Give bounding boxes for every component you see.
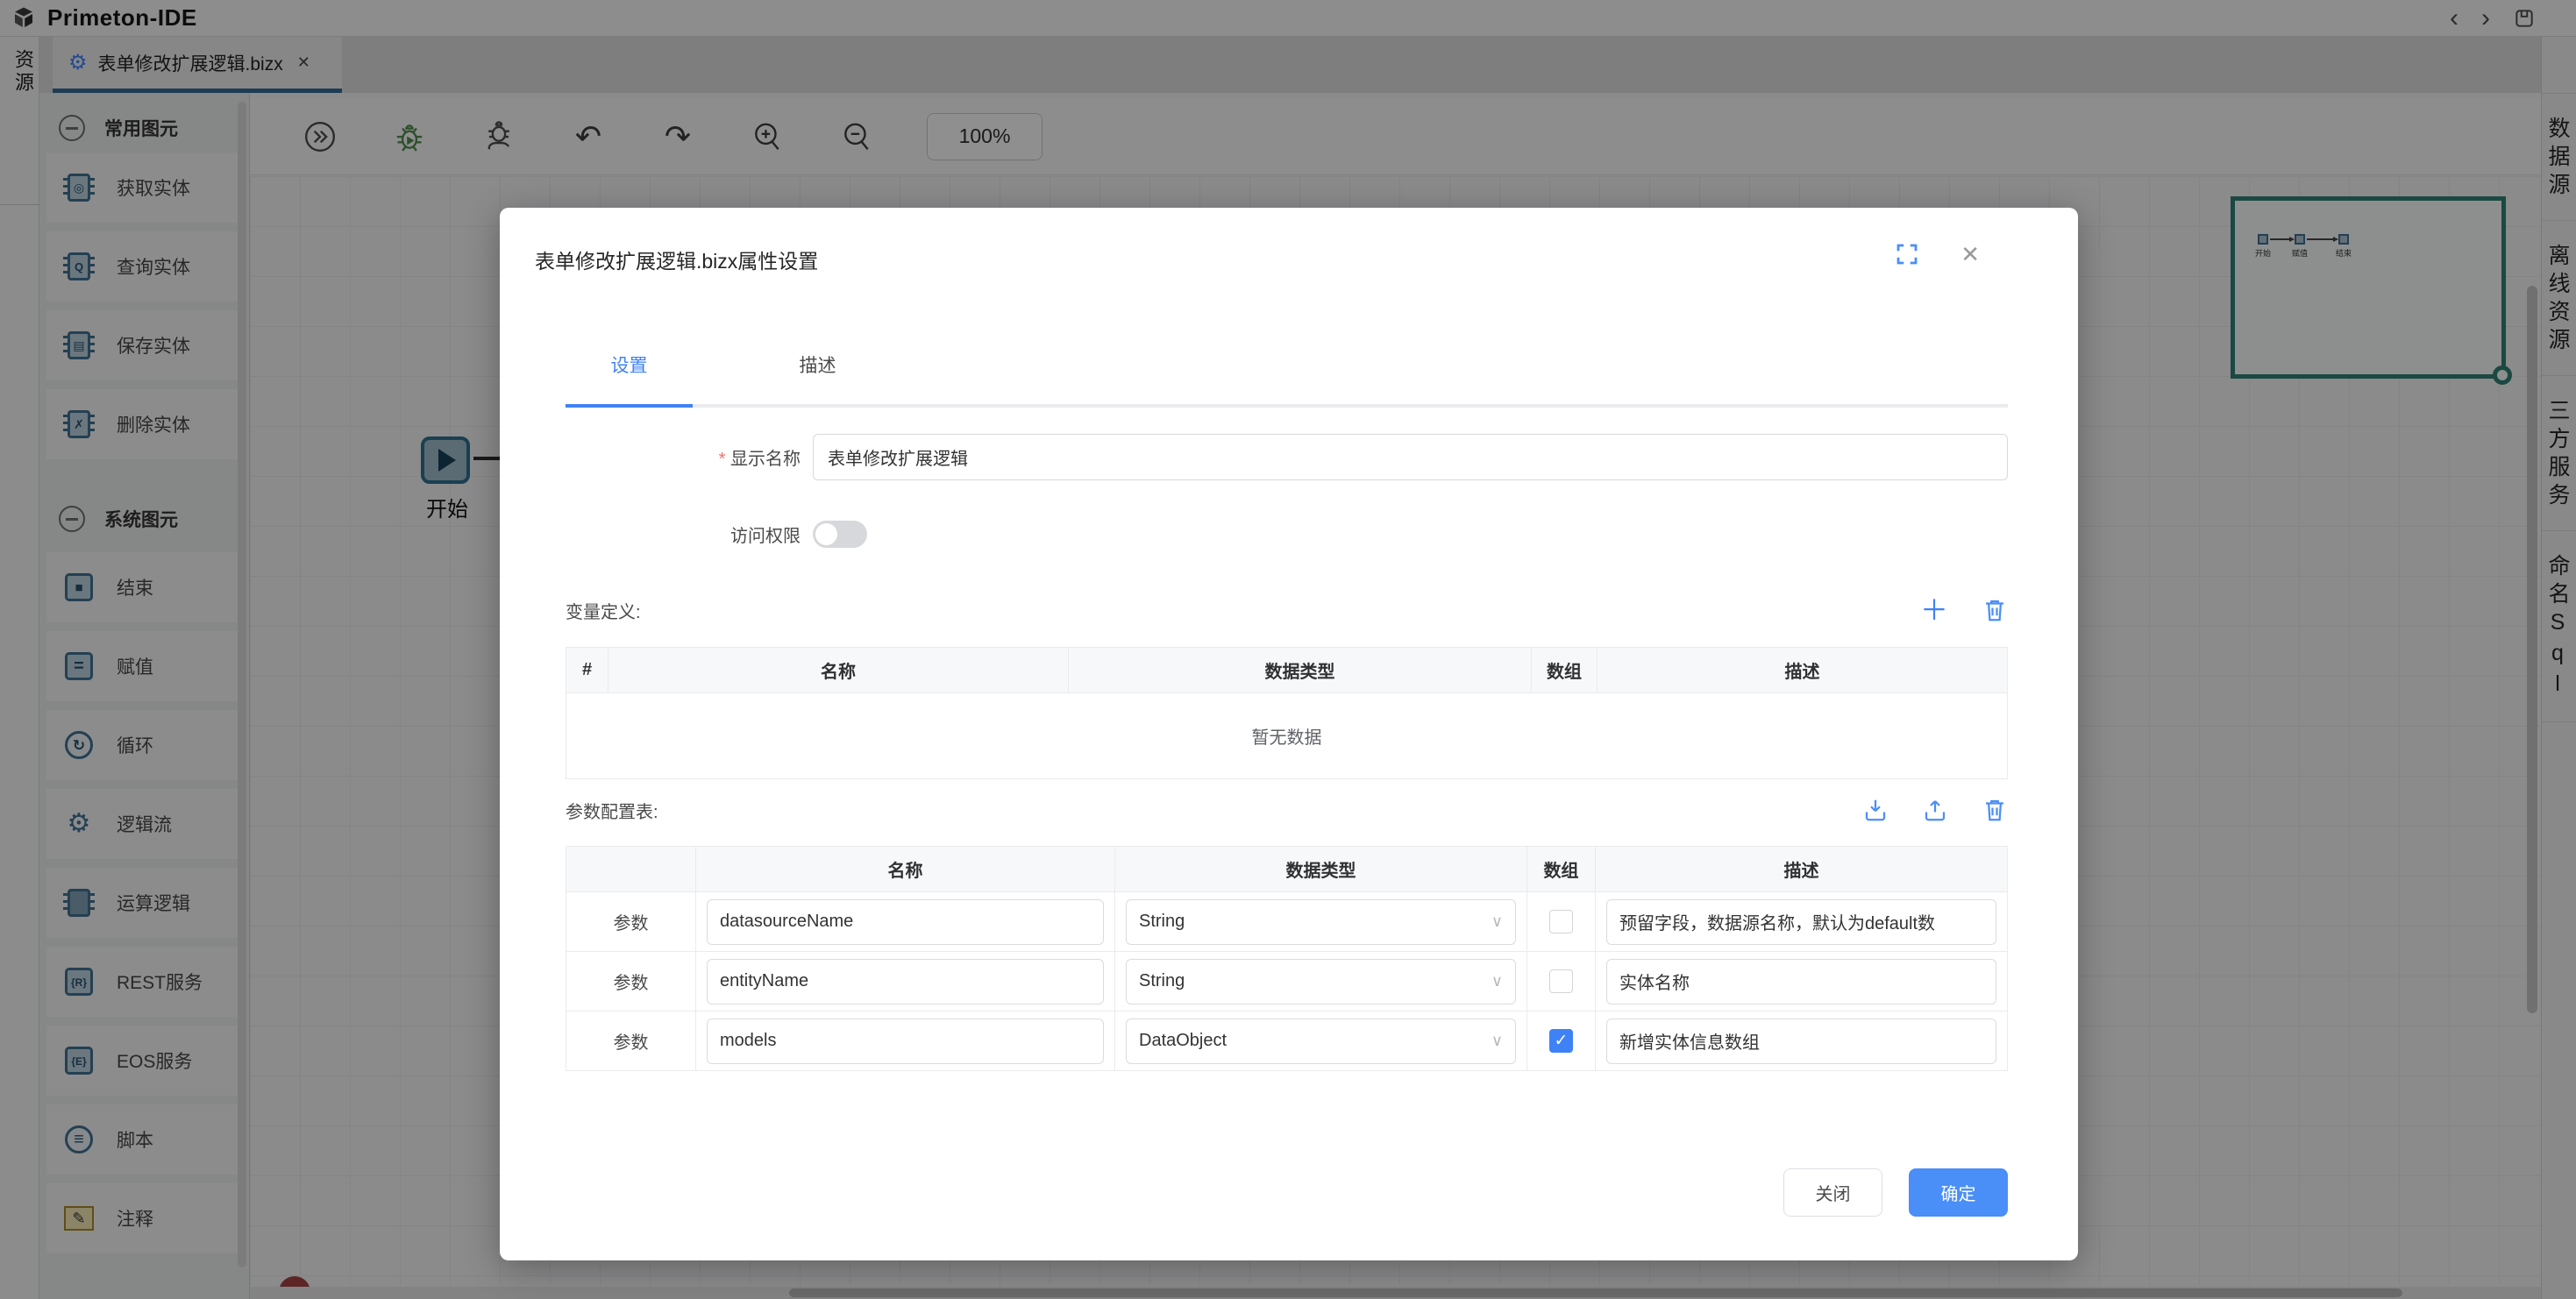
variables-section-header: 变量定义: <box>566 596 2008 624</box>
params-col-desc: 描述 <box>1596 847 2008 892</box>
param-desc-input[interactable] <box>1606 959 1996 1004</box>
export-params-icon[interactable] <box>1922 797 1948 823</box>
display-name-input[interactable] <box>813 434 2008 480</box>
variables-col-name: 名称 <box>608 648 1069 693</box>
chevron-down-icon <box>1491 972 1503 990</box>
param-type-select[interactable]: String <box>1126 899 1516 945</box>
variables-empty-state: 暂无数据 <box>566 693 2008 779</box>
param-desc-input[interactable] <box>1606 1019 1996 1064</box>
variables-table: # 名称 数据类型 数组 描述 暂无数据 <box>566 647 2008 779</box>
variables-col-type: 数据类型 <box>1069 648 1532 693</box>
access-toggle[interactable] <box>813 521 867 548</box>
close-button[interactable]: 关闭 <box>1783 1168 1882 1217</box>
fullscreen-icon[interactable] <box>1894 241 1920 267</box>
param-array-checkbox[interactable] <box>1549 910 1573 933</box>
chevron-down-icon <box>1491 912 1503 931</box>
param-kind-label: 参数 <box>566 892 696 952</box>
param-type-select[interactable]: DataObject <box>1126 1019 1516 1064</box>
param-name-input[interactable] <box>707 959 1104 1004</box>
active-tab-underline <box>566 404 693 408</box>
param-array-checkbox[interactable] <box>1549 969 1573 993</box>
params-col-blank <box>566 847 696 892</box>
dialog-close-icon[interactable] <box>1960 241 1980 268</box>
variables-col-array: 数组 <box>1532 648 1598 693</box>
param-kind-label: 参数 <box>566 1012 696 1071</box>
dialog-header: 表单修改扩展逻辑.bizx属性设置 <box>566 208 2008 271</box>
delete-variable-icon[interactable] <box>1982 597 2008 623</box>
param-type-select[interactable]: String <box>1126 959 1516 1004</box>
dialog-tabs: 设置 描述 <box>566 351 2008 381</box>
access-row: 访问权限 <box>566 521 2008 548</box>
display-name-row: 显示名称 <box>566 434 2008 480</box>
properties-dialog: 表单修改扩展逻辑.bizx属性设置 设置 描述 显示名称 访问权限 变量定义: <box>500 208 2078 1260</box>
app-window: Primeton-IDE 资源 表单修改扩展逻辑.bizx 常用图元 获取实体 <box>0 0 2576 1299</box>
param-row-entityName: 参数 String <box>566 952 2008 1012</box>
display-name-label: 显示名称 <box>566 444 801 470</box>
variables-col-desc: 描述 <box>1598 648 2008 693</box>
param-array-checkbox[interactable] <box>1549 1029 1573 1053</box>
chevron-down-icon <box>1491 1032 1503 1050</box>
params-section-header: 参数配置表: <box>566 797 2008 823</box>
param-desc-input[interactable] <box>1606 899 1996 945</box>
params-col-array: 数组 <box>1527 847 1596 892</box>
import-params-icon[interactable] <box>1862 797 1889 823</box>
delete-param-icon[interactable] <box>1982 797 2008 823</box>
params-table: 名称 数据类型 数组 描述 参数 String 参数 String 参数 <box>566 846 2008 1071</box>
params-col-type: 数据类型 <box>1115 847 1527 892</box>
param-row-datasourceName: 参数 String <box>566 892 2008 952</box>
dialog-tab-settings[interactable]: 设置 <box>566 351 693 381</box>
variables-col-index: # <box>566 648 608 693</box>
dialog-tab-description[interactable]: 描述 <box>754 351 881 381</box>
params-title: 参数配置表: <box>566 798 658 823</box>
param-name-input[interactable] <box>707 1019 1104 1064</box>
param-kind-label: 参数 <box>566 952 696 1012</box>
dialog-footer: 关闭 确定 <box>566 1168 2008 1217</box>
ok-button[interactable]: 确定 <box>1909 1168 2008 1217</box>
params-col-name: 名称 <box>696 847 1115 892</box>
variables-title: 变量定义: <box>566 598 641 623</box>
param-name-input[interactable] <box>707 899 1104 945</box>
dialog-tab-track <box>566 404 2008 408</box>
access-label: 访问权限 <box>566 522 801 547</box>
param-row-models: 参数 DataObject <box>566 1012 2008 1071</box>
dialog-title: 表单修改扩展逻辑.bizx属性设置 <box>535 245 2008 274</box>
add-variable-icon[interactable] <box>1920 596 1948 624</box>
